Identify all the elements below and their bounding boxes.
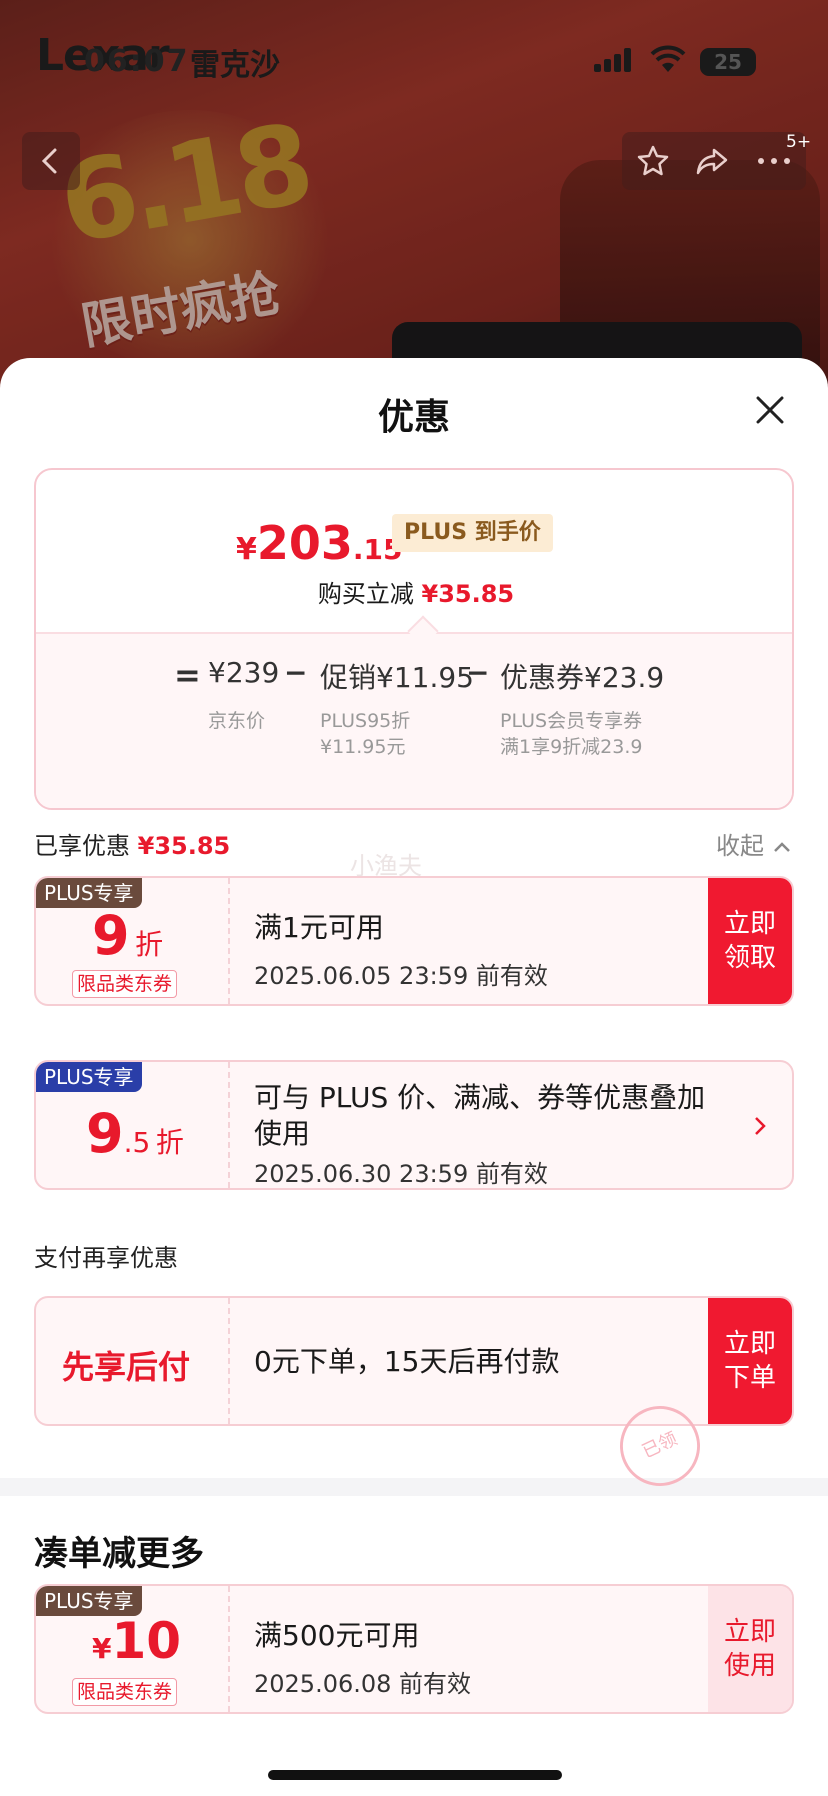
enjoyed-label: 已享优惠 [34,832,130,860]
coupon-card: PLUS专享 ¥10 限品类东券 满500元可用 2025.06.08 前有效 … [34,1584,794,1714]
enjoyed-value: ¥35.85 [137,832,231,860]
use-coupon-button[interactable]: 立即使用 [708,1586,792,1712]
category-coupon-label: 限品类东券 [72,1678,178,1706]
price-summary-card: ¥203.15 PLUS 到手价 购买立减 ¥35.85 = ¥239 − 促销… [34,468,794,810]
status-time: 06:07 [84,44,190,79]
pay-later-name: 先享后付 [62,1348,191,1386]
discount-decimal: .5 [123,1126,151,1159]
enjoyed-discount: 已享优惠 ¥35.85 [34,826,230,861]
discount-number: 9 [92,904,130,967]
collapse-toggle[interactable]: 收起 [716,826,792,861]
coupon-divider [228,878,230,1004]
discount-unit: 折 [135,928,164,961]
coupon-divider [228,1586,230,1712]
pay-section-title: 支付再享优惠 [34,1244,178,1272]
cellular-signal-icon [594,48,634,72]
price-integer: 203 [256,516,353,570]
formula-minus: − [284,656,308,689]
currency-symbol: ¥ [236,532,257,567]
coupon-expiry: 2025.06.05 23:59 前有效 [254,962,548,990]
formula-jd-price: ¥239 [208,656,280,689]
coupon-expiry: 2025.06.30 23:59 前有效 [254,1160,548,1188]
coupon-description: 可与 PLUS 价、满减、券等优惠叠加使用 [254,1081,706,1150]
discount-sheet: 优惠 ¥203.15 PLUS 到手价 购买立减 ¥35.85 = ¥239 −… [0,358,828,1796]
jd-price-label: 京东价 [208,710,266,732]
instant-cut-value: ¥35.85 [421,580,515,608]
battery-icon: 25 [700,48,756,76]
notification-badge: 5+ [786,132,812,152]
category-coupon-label: 限品类东券 [72,970,178,998]
currency-symbol: ¥ [92,1632,112,1665]
amount-number: 10 [111,1612,182,1670]
star-icon[interactable] [636,144,670,178]
formula-equals: = [174,656,201,694]
more-section-title: 凑单减更多 [34,1534,204,1574]
formula-promo: 促销¥11.95 [320,661,474,694]
chevron-right-icon [755,1117,766,1135]
plus-exclusive-tag: PLUS专享 [36,1062,142,1092]
back-button[interactable] [22,132,80,190]
claim-coupon-button[interactable]: 立即领取 [708,878,792,1004]
brand-name-cn: 雷克沙 [190,48,280,83]
chevron-up-icon [773,842,790,852]
instant-cut: 购买立减 ¥35.85 [36,574,792,609]
final-price: ¥203.15 [236,516,403,570]
sheet-title: 优惠 [377,397,450,438]
section-separator [0,1478,828,1496]
instant-cut-label: 购买立减 [317,580,414,608]
coupon-expiry: 2025.06.08 前有效 [254,1670,472,1698]
pay-later-description: 0元下单，15天后再付款 [254,1345,560,1378]
formula-minus: − [466,656,490,689]
coupon-card: PLUS专享 9 折 限品类东券 满1元可用 2025.06.05 23:59 … [34,876,794,1006]
coupon-divider [228,1298,230,1424]
share-icon[interactable] [694,144,730,178]
promo-detail: PLUS95折 ¥11.95元 [320,710,411,758]
coupon-divider [228,1062,230,1188]
coupon-condition: 满500元可用 [254,1619,420,1652]
status-bar: Lexar 06:07 雷克沙 25 [0,0,828,110]
chevron-left-icon [41,148,57,174]
order-now-button[interactable]: 立即下单 [708,1298,792,1424]
formula-coupon: 优惠券¥23.9 [500,661,665,694]
plus-price-tag: PLUS 到手价 [392,514,553,552]
wifi-icon [650,45,686,72]
top-actions [622,132,806,190]
home-indicator[interactable] [268,1770,562,1780]
close-icon[interactable] [750,390,790,430]
more-icon[interactable] [756,156,792,166]
coupon-condition: 满1元可用 [254,911,384,944]
coupon-card[interactable]: PLUS专享 9.5 折 可与 PLUS 价、满减、券等优惠叠加使用 2025.… [34,1060,794,1190]
discount-number: 9 [86,1102,124,1165]
coupon-amount: ¥10 [92,1612,181,1670]
collapse-label: 收起 [716,832,764,860]
discount-value: 9.5 折 [86,1102,184,1165]
coupon-detail: PLUS会员专享券 满1享9折减23.9 [500,710,643,758]
pay-later-card: 先享后付 0元下单，15天后再付款 立即下单 [34,1296,794,1426]
discount-value: 9 折 [92,904,163,967]
discount-unit: 折 [155,1126,184,1159]
